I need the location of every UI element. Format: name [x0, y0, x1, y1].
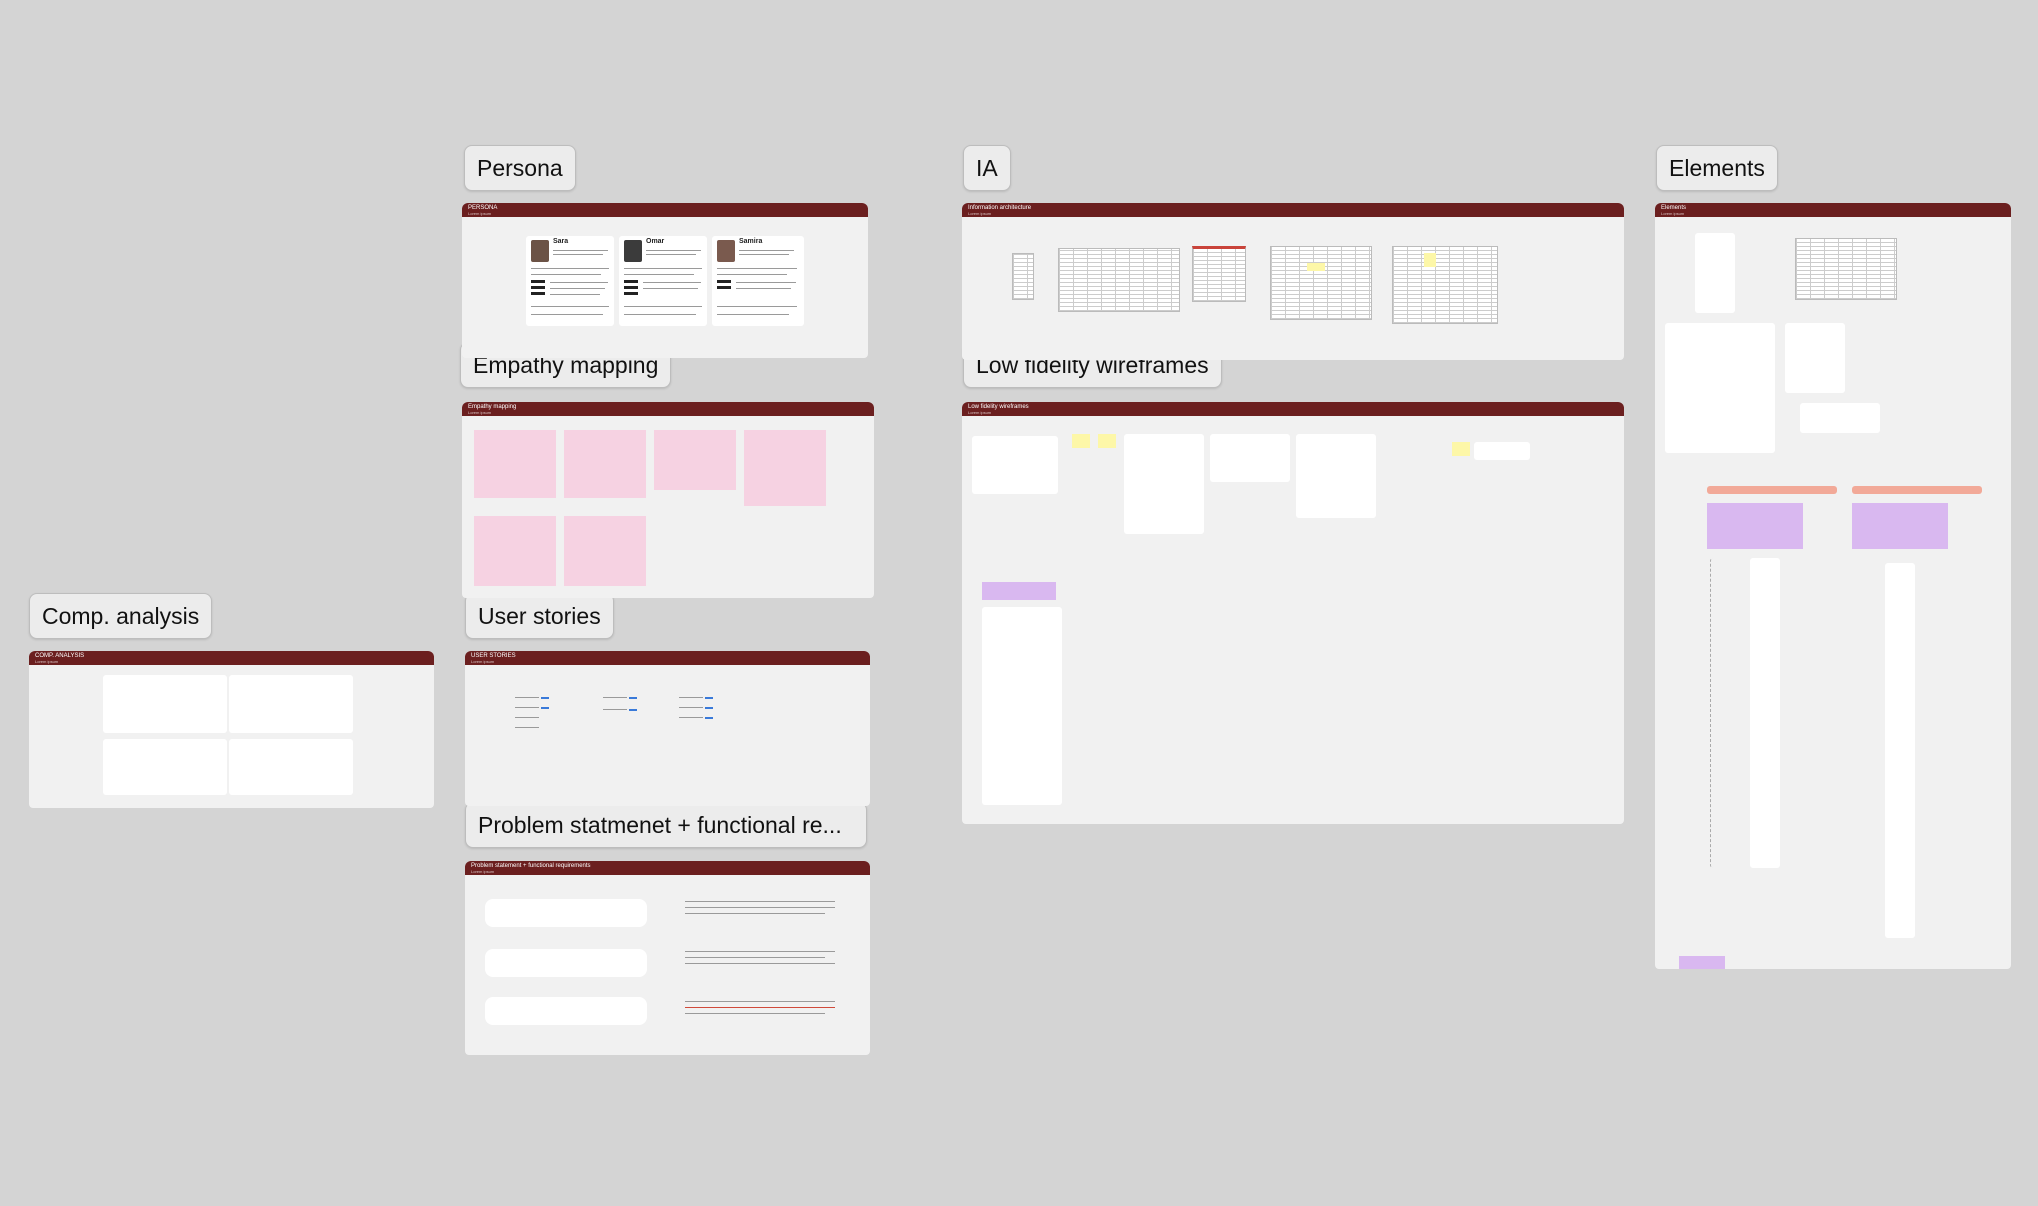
- ia-table: [1392, 246, 1498, 324]
- frame-header: Information architecture Lorem ipsum: [962, 203, 1624, 217]
- empathy-note-pains: [474, 516, 556, 586]
- sticky-note: [1072, 434, 1090, 448]
- wireframe-screen: [1210, 434, 1290, 482]
- comp-analysis-frame[interactable]: COMP. ANALYSIS Lorem ipsum: [29, 651, 434, 808]
- purple-note: [982, 582, 1056, 600]
- frame-header: Elements Lorem ipsum: [1655, 203, 2011, 217]
- user-stories-frame[interactable]: USER STORIES Lorem ipsum: [465, 651, 870, 806]
- elements-label[interactable]: Elements: [1656, 145, 1778, 191]
- problem-quote-card: [485, 899, 647, 927]
- empathy-note-does: [744, 430, 826, 506]
- wireframe-screen: [1296, 434, 1376, 518]
- comp-card: [229, 675, 353, 733]
- problem-quote-card: [485, 997, 647, 1025]
- canvas[interactable]: { "labels": { "persona": "Persona", "ia"…: [0, 0, 2038, 1206]
- purple-note: [1707, 503, 1803, 549]
- persona-name: Samira: [739, 238, 763, 245]
- frame-header: USER STORIES Lorem ipsum: [465, 651, 870, 665]
- elements-diagram: [1665, 323, 1775, 453]
- empathy-note-says: [654, 430, 736, 490]
- elements-diagram: [1785, 323, 1845, 393]
- ia-table: [1058, 248, 1180, 312]
- elements-diagram: [1695, 233, 1735, 313]
- ia-label[interactable]: IA: [963, 145, 1011, 191]
- persona-name: Sara: [553, 238, 569, 245]
- comp-card: [103, 675, 227, 733]
- wireframe-screen: [1474, 442, 1530, 460]
- sticky-note: [1098, 434, 1116, 448]
- elements-diagram: [1800, 403, 1880, 433]
- empathy-note-thinks: [474, 430, 556, 498]
- persona-label[interactable]: Persona: [464, 145, 576, 191]
- comp-card: [229, 739, 353, 795]
- sticky-note: [1307, 263, 1325, 271]
- wireframe-screen: [972, 436, 1058, 494]
- ia-diagram: [1012, 253, 1034, 300]
- problem-quote-card: [485, 949, 647, 977]
- frame-header: PERSONA Lorem ipsum: [462, 203, 868, 217]
- frame-header: Problem statement + functional requireme…: [465, 861, 870, 875]
- low-fidelity-wireframes-frame[interactable]: Low fidelity wireframes Lorem ipsum: [962, 402, 1624, 824]
- avatar: [531, 240, 549, 262]
- section-header: [1852, 486, 1982, 494]
- avatar: [717, 240, 735, 262]
- comp-analysis-label[interactable]: Comp. analysis: [29, 593, 213, 639]
- frame-header: COMP. ANALYSIS Lorem ipsum: [29, 651, 434, 665]
- ia-frame[interactable]: Information architecture Lorem ipsum: [962, 203, 1624, 360]
- flow-screens: [1750, 558, 1780, 868]
- problem-statement-frame[interactable]: Problem statement + functional requireme…: [465, 861, 870, 1055]
- elements-table: [1795, 238, 1897, 300]
- ia-table: [1192, 246, 1246, 302]
- purple-note: [1852, 503, 1948, 549]
- frame-header: Low fidelity wireframes Lorem ipsum: [962, 402, 1624, 416]
- elements-frame[interactable]: Elements Lorem ipsum: [1655, 203, 2011, 969]
- persona-frame[interactable]: PERSONA Lorem ipsum Sara Omar Samira: [462, 203, 868, 358]
- persona-card-omar: Omar: [619, 236, 707, 326]
- avatar: [624, 240, 642, 262]
- frame-header: Empathy mapping Lorem ipsum: [462, 402, 874, 416]
- user-stories-label[interactable]: User stories: [465, 593, 614, 639]
- wireframe-screen: [982, 607, 1062, 805]
- problem-statement-label[interactable]: Problem statmenet + functional re...: [465, 802, 867, 848]
- persona-card-sara: Sara: [526, 236, 614, 326]
- comp-card: [103, 739, 227, 795]
- purple-note: [1679, 956, 1725, 969]
- sticky-note: [1452, 442, 1470, 456]
- section-header: [1707, 486, 1837, 494]
- persona-name: Omar: [646, 238, 665, 245]
- persona-card-samira: Samira: [712, 236, 804, 326]
- wireframe-screen: [1124, 434, 1204, 534]
- empathy-note-gains: [564, 516, 646, 586]
- empathy-note-feels: [564, 430, 646, 498]
- flow-screens: [1885, 563, 1915, 938]
- ia-table: [1270, 246, 1372, 320]
- empathy-mapping-frame[interactable]: Empathy mapping Lorem ipsum: [462, 402, 874, 598]
- sticky-note: [1424, 253, 1436, 267]
